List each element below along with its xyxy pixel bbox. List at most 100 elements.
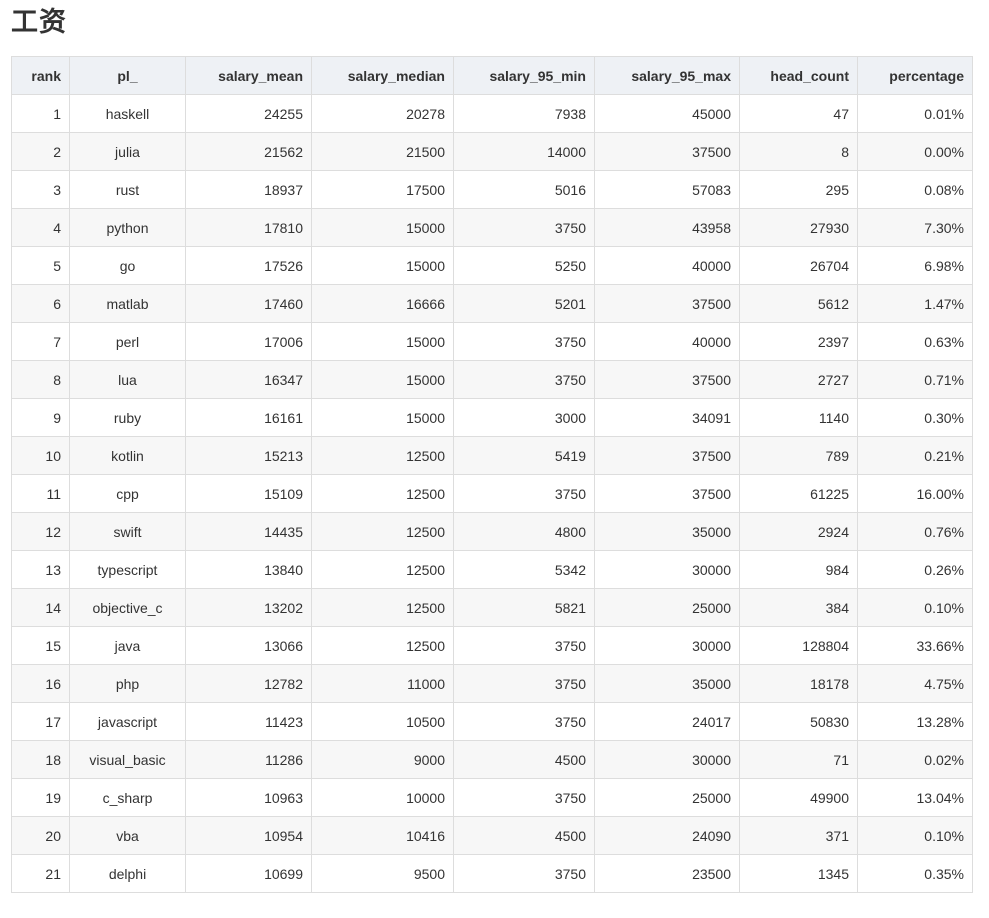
column-header-salary-95-max[interactable]: salary_95_max (594, 56, 740, 95)
salary-95-max-cell: 25000 (594, 778, 740, 817)
salary-95-min-cell: 3750 (453, 778, 595, 817)
salary-median-cell: 10000 (311, 778, 454, 817)
head-count-cell: 128804 (739, 626, 858, 665)
rank-cell: 12 (11, 512, 70, 551)
table-row: 16 php 12782 11000 3750 35000 18178 4.75% (11, 664, 973, 703)
head-count-cell: 789 (739, 436, 858, 475)
head-count-cell: 2924 (739, 512, 858, 551)
pl-cell: swift (69, 512, 186, 551)
percentage-cell: 13.28% (857, 702, 973, 741)
column-header-percentage[interactable]: percentage (857, 56, 973, 95)
pl-cell: haskell (69, 94, 186, 133)
pl-cell: matlab (69, 284, 186, 323)
percentage-cell: 0.35% (857, 854, 973, 893)
salary-median-cell: 12500 (311, 550, 454, 589)
column-header-salary-95-min[interactable]: salary_95_min (453, 56, 595, 95)
salary-95-min-cell: 3000 (453, 398, 595, 437)
head-count-cell: 984 (739, 550, 858, 589)
salary-median-cell: 9500 (311, 854, 454, 893)
percentage-cell: 0.00% (857, 132, 973, 171)
table-row: 9 ruby 16161 15000 3000 34091 1140 0.30% (11, 398, 973, 437)
salary-mean-cell: 13202 (185, 588, 312, 627)
table-row: 14 objective_c 13202 12500 5821 25000 384 0.10% (11, 588, 973, 627)
salary-95-min-cell: 4800 (453, 512, 595, 551)
pl-cell: go (69, 246, 186, 285)
table-row: 15 java 13066 12500 3750 30000 128804 33.66% (11, 626, 973, 665)
salary-median-cell: 11000 (311, 664, 454, 703)
salary-95-min-cell: 3750 (453, 360, 595, 399)
salary-95-max-cell: 40000 (594, 246, 740, 285)
salary-mean-cell: 17526 (185, 246, 312, 285)
table-row: 2 julia 21562 21500 14000 37500 8 0.00% (11, 132, 973, 171)
percentage-cell: 0.01% (857, 94, 973, 133)
pl-cell: delphi (69, 854, 186, 893)
head-count-cell: 371 (739, 816, 858, 855)
table-row: 13 typescript 13840 12500 5342 30000 984 0.26% (11, 550, 973, 589)
rank-cell: 14 (11, 588, 70, 627)
salary-mean-cell: 17006 (185, 322, 312, 361)
salary-median-cell: 10416 (311, 816, 454, 855)
salary-95-max-cell: 45000 (594, 94, 740, 133)
salary-95-max-cell: 40000 (594, 322, 740, 361)
rank-cell: 8 (11, 360, 70, 399)
salary-95-min-cell: 4500 (453, 816, 595, 855)
head-count-cell: 2727 (739, 360, 858, 399)
salary-median-cell: 9000 (311, 740, 454, 779)
salary-median-cell: 12500 (311, 436, 454, 475)
column-header-rank[interactable]: rank (11, 56, 70, 95)
column-header-head-count[interactable]: head_count (739, 56, 858, 95)
salary-95-min-cell: 4500 (453, 740, 595, 779)
table-row: 18 visual_basic 11286 9000 4500 30000 71 0.02% (11, 740, 973, 779)
table-row: 21 delphi 10699 9500 3750 23500 1345 0.35% (11, 854, 973, 893)
salary-median-cell: 10500 (311, 702, 454, 741)
salary-95-min-cell: 3750 (453, 664, 595, 703)
head-count-cell: 295 (739, 170, 858, 209)
salary-95-max-cell: 30000 (594, 626, 740, 665)
salary-mean-cell: 18937 (185, 170, 312, 209)
salary-95-max-cell: 43958 (594, 208, 740, 247)
percentage-cell: 0.76% (857, 512, 973, 551)
salary-95-min-cell: 3750 (453, 208, 595, 247)
salary-95-min-cell: 3750 (453, 322, 595, 361)
salary-95-max-cell: 30000 (594, 740, 740, 779)
percentage-cell: 0.08% (857, 170, 973, 209)
percentage-cell: 0.10% (857, 816, 973, 855)
percentage-cell: 0.21% (857, 436, 973, 475)
rank-cell: 4 (11, 208, 70, 247)
salary-median-cell: 20278 (311, 94, 454, 133)
salary-95-max-cell: 30000 (594, 550, 740, 589)
salary-95-max-cell: 37500 (594, 132, 740, 171)
table-row: 11 cpp 15109 12500 3750 37500 61225 16.00% (11, 474, 973, 513)
percentage-cell: 0.10% (857, 588, 973, 627)
table-row: 4 python 17810 15000 3750 43958 27930 7.30% (11, 208, 973, 247)
table-body: 1 haskell 24255 20278 7938 45000 47 0.01% 2 julia… (11, 94, 973, 893)
salary-95-min-cell: 5821 (453, 588, 595, 627)
pl-cell: lua (69, 360, 186, 399)
head-count-cell: 49900 (739, 778, 858, 817)
percentage-cell: 16.00% (857, 474, 973, 513)
pl-cell: vba (69, 816, 186, 855)
rank-cell: 2 (11, 132, 70, 171)
salary-mean-cell: 13840 (185, 550, 312, 589)
rank-cell: 20 (11, 816, 70, 855)
salary-mean-cell: 11423 (185, 702, 312, 741)
pl-cell: javascript (69, 702, 186, 741)
pl-cell: cpp (69, 474, 186, 513)
salary-mean-cell: 10963 (185, 778, 312, 817)
column-header-salary-median[interactable]: salary_median (311, 56, 454, 95)
salary-mean-cell: 17810 (185, 208, 312, 247)
salary-mean-cell: 11286 (185, 740, 312, 779)
column-header-pl[interactable]: pl_ (69, 56, 186, 95)
rank-cell: 5 (11, 246, 70, 285)
percentage-cell: 33.66% (857, 626, 973, 665)
salary-95-min-cell: 5419 (453, 436, 595, 475)
head-count-cell: 61225 (739, 474, 858, 513)
column-header-salary-mean[interactable]: salary_mean (185, 56, 312, 95)
rank-cell: 11 (11, 474, 70, 513)
table-row: 10 kotlin 15213 12500 5419 37500 789 0.21% (11, 436, 973, 475)
rank-cell: 17 (11, 702, 70, 741)
head-count-cell: 2397 (739, 322, 858, 361)
salary-median-cell: 12500 (311, 474, 454, 513)
head-count-cell: 26704 (739, 246, 858, 285)
pl-cell: julia (69, 132, 186, 171)
